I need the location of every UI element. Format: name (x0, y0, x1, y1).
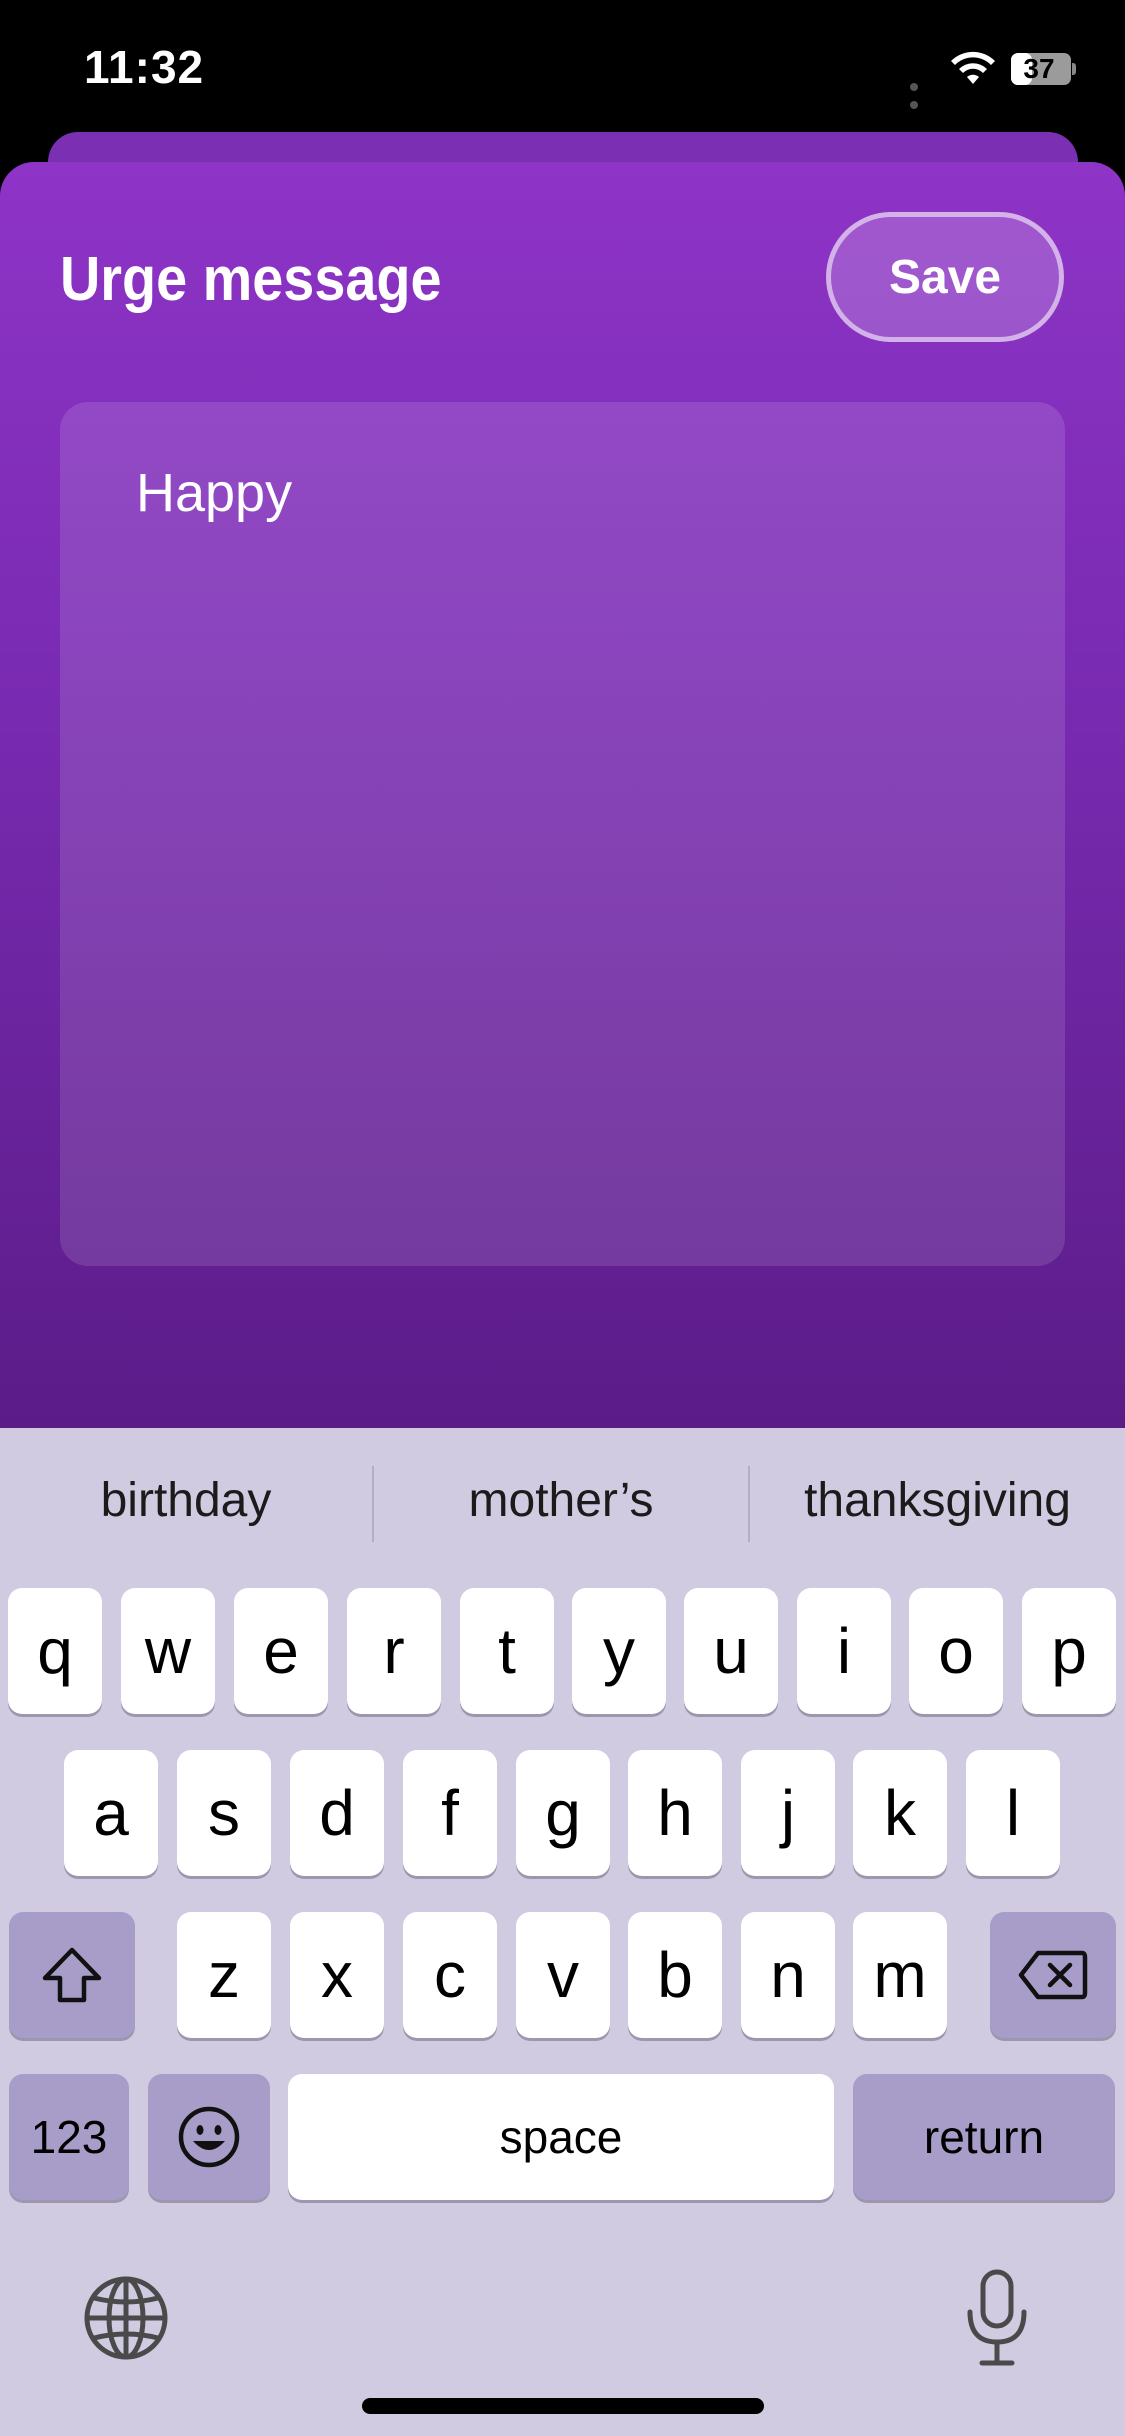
key-r[interactable]: r (347, 1588, 441, 1714)
key-e[interactable]: e (234, 1588, 328, 1714)
key-t[interactable]: t (460, 1588, 554, 1714)
microphone-icon[interactable] (962, 2268, 1032, 2368)
message-textarea[interactable]: Happy (60, 402, 1065, 1266)
suggestion-item[interactable]: birthday (0, 1456, 372, 1546)
key-g[interactable]: g (516, 1750, 610, 1876)
key-h[interactable]: h (628, 1750, 722, 1876)
page-title: Urge message (60, 245, 442, 314)
battery-icon: 37 (1008, 50, 1076, 88)
key-u[interactable]: u (684, 1588, 778, 1714)
key-o[interactable]: o (909, 1588, 1003, 1714)
keyboard: birthday mother’s thanksgiving q w e r t… (0, 1428, 1125, 2436)
globe-icon[interactable] (82, 2274, 170, 2362)
shift-key[interactable] (9, 1912, 135, 2038)
key-i[interactable]: i (797, 1588, 891, 1714)
return-key[interactable]: return (853, 2074, 1115, 2200)
key-b[interactable]: b (628, 1912, 722, 2038)
key-d[interactable]: d (290, 1750, 384, 1876)
space-key[interactable]: space (288, 2074, 834, 2200)
suggestion-bar: birthday mother’s thanksgiving (0, 1428, 1125, 1578)
emoji-icon (178, 2106, 240, 2168)
message-text: Happy (136, 463, 293, 523)
key-n[interactable]: n (741, 1912, 835, 2038)
delete-icon (1018, 1950, 1088, 2000)
key-j[interactable]: j (741, 1750, 835, 1876)
save-button[interactable]: Save (826, 212, 1064, 342)
status-time: 11:32 (84, 41, 205, 93)
suggestion-item[interactable]: mother’s (374, 1456, 748, 1546)
suggestion-item[interactable]: thanksgiving (750, 1456, 1125, 1546)
key-v[interactable]: v (516, 1912, 610, 2038)
cellular-signal-icon (910, 78, 934, 109)
emoji-key[interactable] (148, 2074, 270, 2200)
key-k[interactable]: k (853, 1750, 947, 1876)
wifi-icon (951, 51, 995, 84)
key-f[interactable]: f (403, 1750, 497, 1876)
key-a[interactable]: a (64, 1750, 158, 1876)
key-s[interactable]: s (177, 1750, 271, 1876)
key-w[interactable]: w (121, 1588, 215, 1714)
delete-key[interactable] (990, 1912, 1116, 2038)
key-q[interactable]: q (8, 1588, 102, 1714)
key-c[interactable]: c (403, 1912, 497, 2038)
shift-icon (42, 1947, 102, 2003)
key-z[interactable]: z (177, 1912, 271, 2038)
status-bar: 11:32 37 (0, 0, 1125, 140)
key-y[interactable]: y (572, 1588, 666, 1714)
urge-message-sheet: Urge message Save Happy (0, 162, 1125, 1428)
numbers-key[interactable]: 123 (9, 2074, 129, 2200)
key-l[interactable]: l (966, 1750, 1060, 1876)
home-indicator (362, 2398, 764, 2414)
key-m[interactable]: m (853, 1912, 947, 2038)
key-p[interactable]: p (1022, 1588, 1116, 1714)
battery-percentage: 37 (1023, 53, 1055, 84)
key-x[interactable]: x (290, 1912, 384, 2038)
